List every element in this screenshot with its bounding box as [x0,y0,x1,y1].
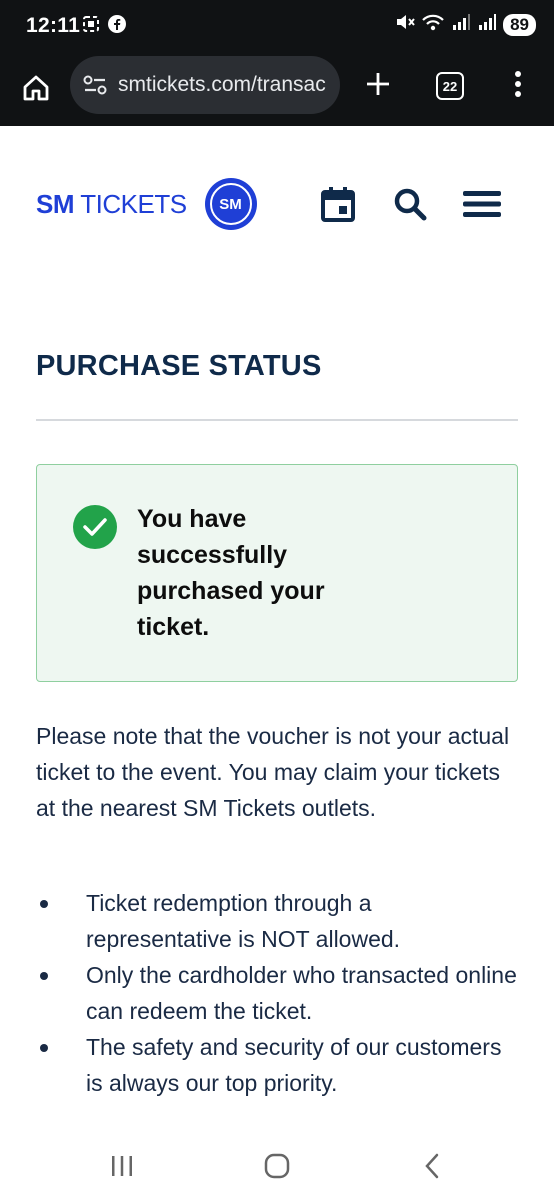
tab-count: 22 [442,78,458,94]
bullet-icon [40,972,48,980]
search-icon[interactable] [390,184,430,224]
sm-badge-icon: SM [204,178,257,230]
list-item: Only the cardholder who transacted onlin… [36,957,518,1029]
home-icon[interactable] [18,70,54,106]
more-icon[interactable] [506,66,530,102]
bullet-icon [40,1044,48,1052]
divider [36,419,518,421]
battery-level: 89 [503,13,536,36]
site-header: SM TICKETS SM [0,126,554,286]
success-alert: You have successfully purchased your tic… [36,464,518,682]
screenshot-icon [82,15,100,38]
clock: 12:11 [26,14,81,37]
list-item: Ticket redemption through a representati… [36,885,518,957]
success-message: You have successfully purchased your tic… [137,505,325,641]
sm-tickets-logo[interactable]: SM TICKETS SM [36,178,257,230]
voucher-note: Please note that the voucher is not your… [36,723,510,821]
url-text: smtickets.com/transac [118,73,326,96]
signal-icon [451,13,471,36]
page-title: PURCHASE STATUS [36,350,322,382]
list-item: The safety and security of our customers… [36,1029,518,1101]
home-button-icon[interactable] [257,1150,297,1182]
address-bar[interactable]: smtickets.com/transac [70,56,340,114]
plus-icon[interactable] [360,66,396,102]
calendar-icon[interactable] [318,184,358,224]
check-circle-icon [73,505,117,549]
system-nav-bar [0,1130,554,1200]
back-icon[interactable] [412,1150,452,1182]
status-bar: 12:11 89 [0,0,554,52]
browser-toolbar: smtickets.com/transac 22 [0,52,554,126]
recent-apps-icon[interactable] [102,1150,142,1182]
tabs-icon[interactable]: 22 [436,72,464,100]
mute-icon [395,13,415,36]
facebook-icon [108,15,126,38]
logo-text: SM TICKETS [36,188,187,219]
bullet-icon [40,900,48,908]
site-settings-icon[interactable] [82,72,108,98]
menu-icon[interactable] [462,184,502,224]
wifi-icon [421,13,445,36]
signal-icon [477,13,497,36]
policy-list: Ticket redemption through a representati… [36,885,518,1101]
